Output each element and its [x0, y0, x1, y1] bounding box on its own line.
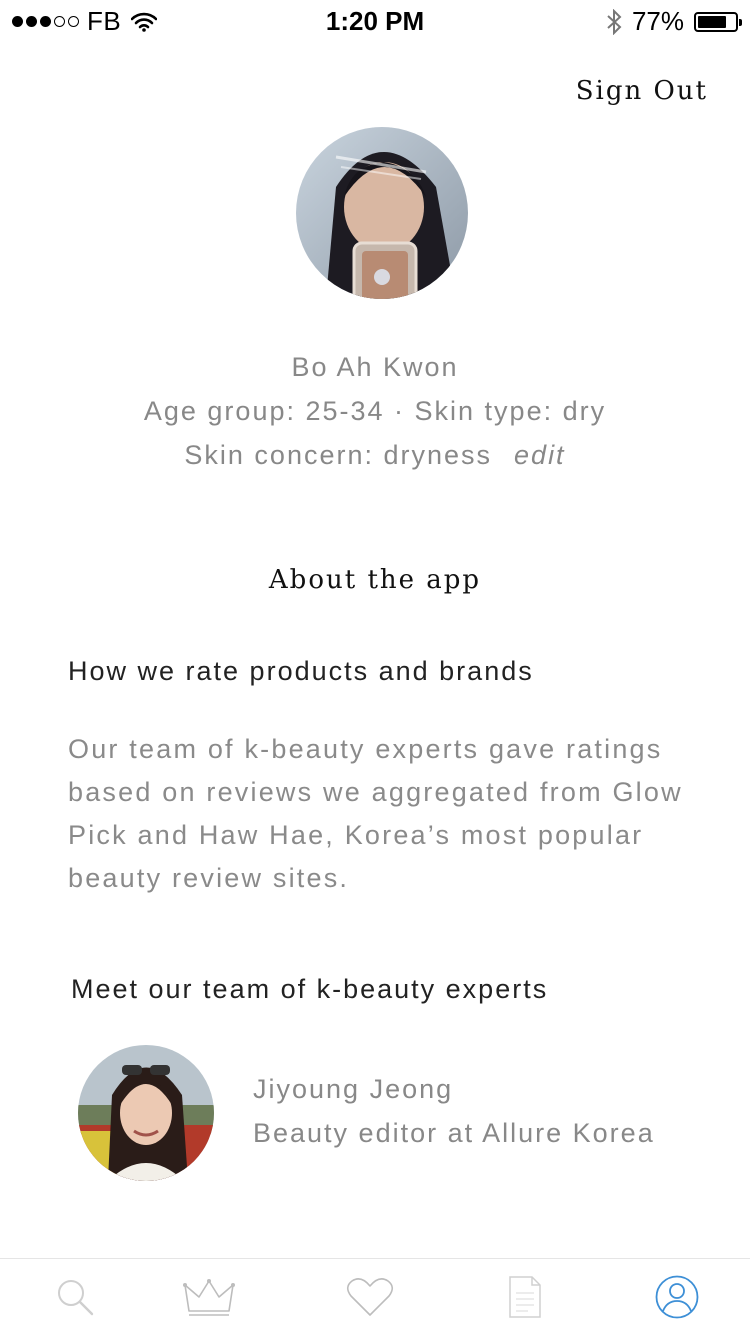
expert-title: Beauty editor at Allure Korea	[253, 1118, 655, 1148]
tab-rankings[interactable]	[134, 1259, 284, 1335]
tab-favorites[interactable]	[295, 1259, 445, 1335]
team-heading: Meet our team of k-beauty experts	[71, 974, 549, 1004]
sign-out-button[interactable]: Sign Out	[576, 76, 708, 106]
profile-concern: Skin concern: dryness	[184, 440, 493, 470]
tab-routine[interactable]	[450, 1259, 600, 1335]
document-icon	[509, 1276, 541, 1318]
battery-icon	[694, 11, 742, 32]
tab-bar	[0, 1258, 750, 1335]
about-title: About the app	[268, 565, 482, 595]
crown-icon	[183, 1279, 235, 1316]
profile-concern-line: Skin concern: dryness edit	[0, 433, 750, 477]
profile-avatar[interactable]	[296, 127, 468, 299]
status-bar: FB 1:20 PM 77%	[0, 0, 750, 40]
profile-icon	[655, 1275, 699, 1319]
status-right: 77%	[606, 6, 742, 37]
tab-search[interactable]	[0, 1259, 150, 1335]
edit-profile-link[interactable]: edit	[514, 440, 566, 470]
heart-icon	[346, 1278, 394, 1316]
expert-text: Jiyoung Jeong Beauty editor at Allure Ko…	[253, 1067, 655, 1155]
expert-name: Jiyoung Jeong	[253, 1074, 454, 1104]
rating-body: Our team of k-beauty experts gave rating…	[68, 734, 683, 893]
profile-details: Age group: 25-34 · Skin type: dry	[143, 396, 607, 426]
search-icon	[58, 1280, 94, 1316]
tab-profile[interactable]	[602, 1259, 750, 1335]
battery-fill	[698, 15, 726, 28]
expert-avatar	[78, 1045, 214, 1181]
bluetooth-icon	[607, 8, 622, 35]
expert-item: Jiyoung Jeong Beauty editor at Allure Ko…	[78, 1045, 698, 1181]
battery-percent: 77%	[631, 6, 684, 36]
profile-info: Bo Ah Kwon Age group: 25-34 · Skin type:…	[0, 345, 750, 477]
rating-heading: How we rate products and brands	[68, 656, 534, 686]
profile-name: Bo Ah Kwon	[291, 352, 459, 382]
